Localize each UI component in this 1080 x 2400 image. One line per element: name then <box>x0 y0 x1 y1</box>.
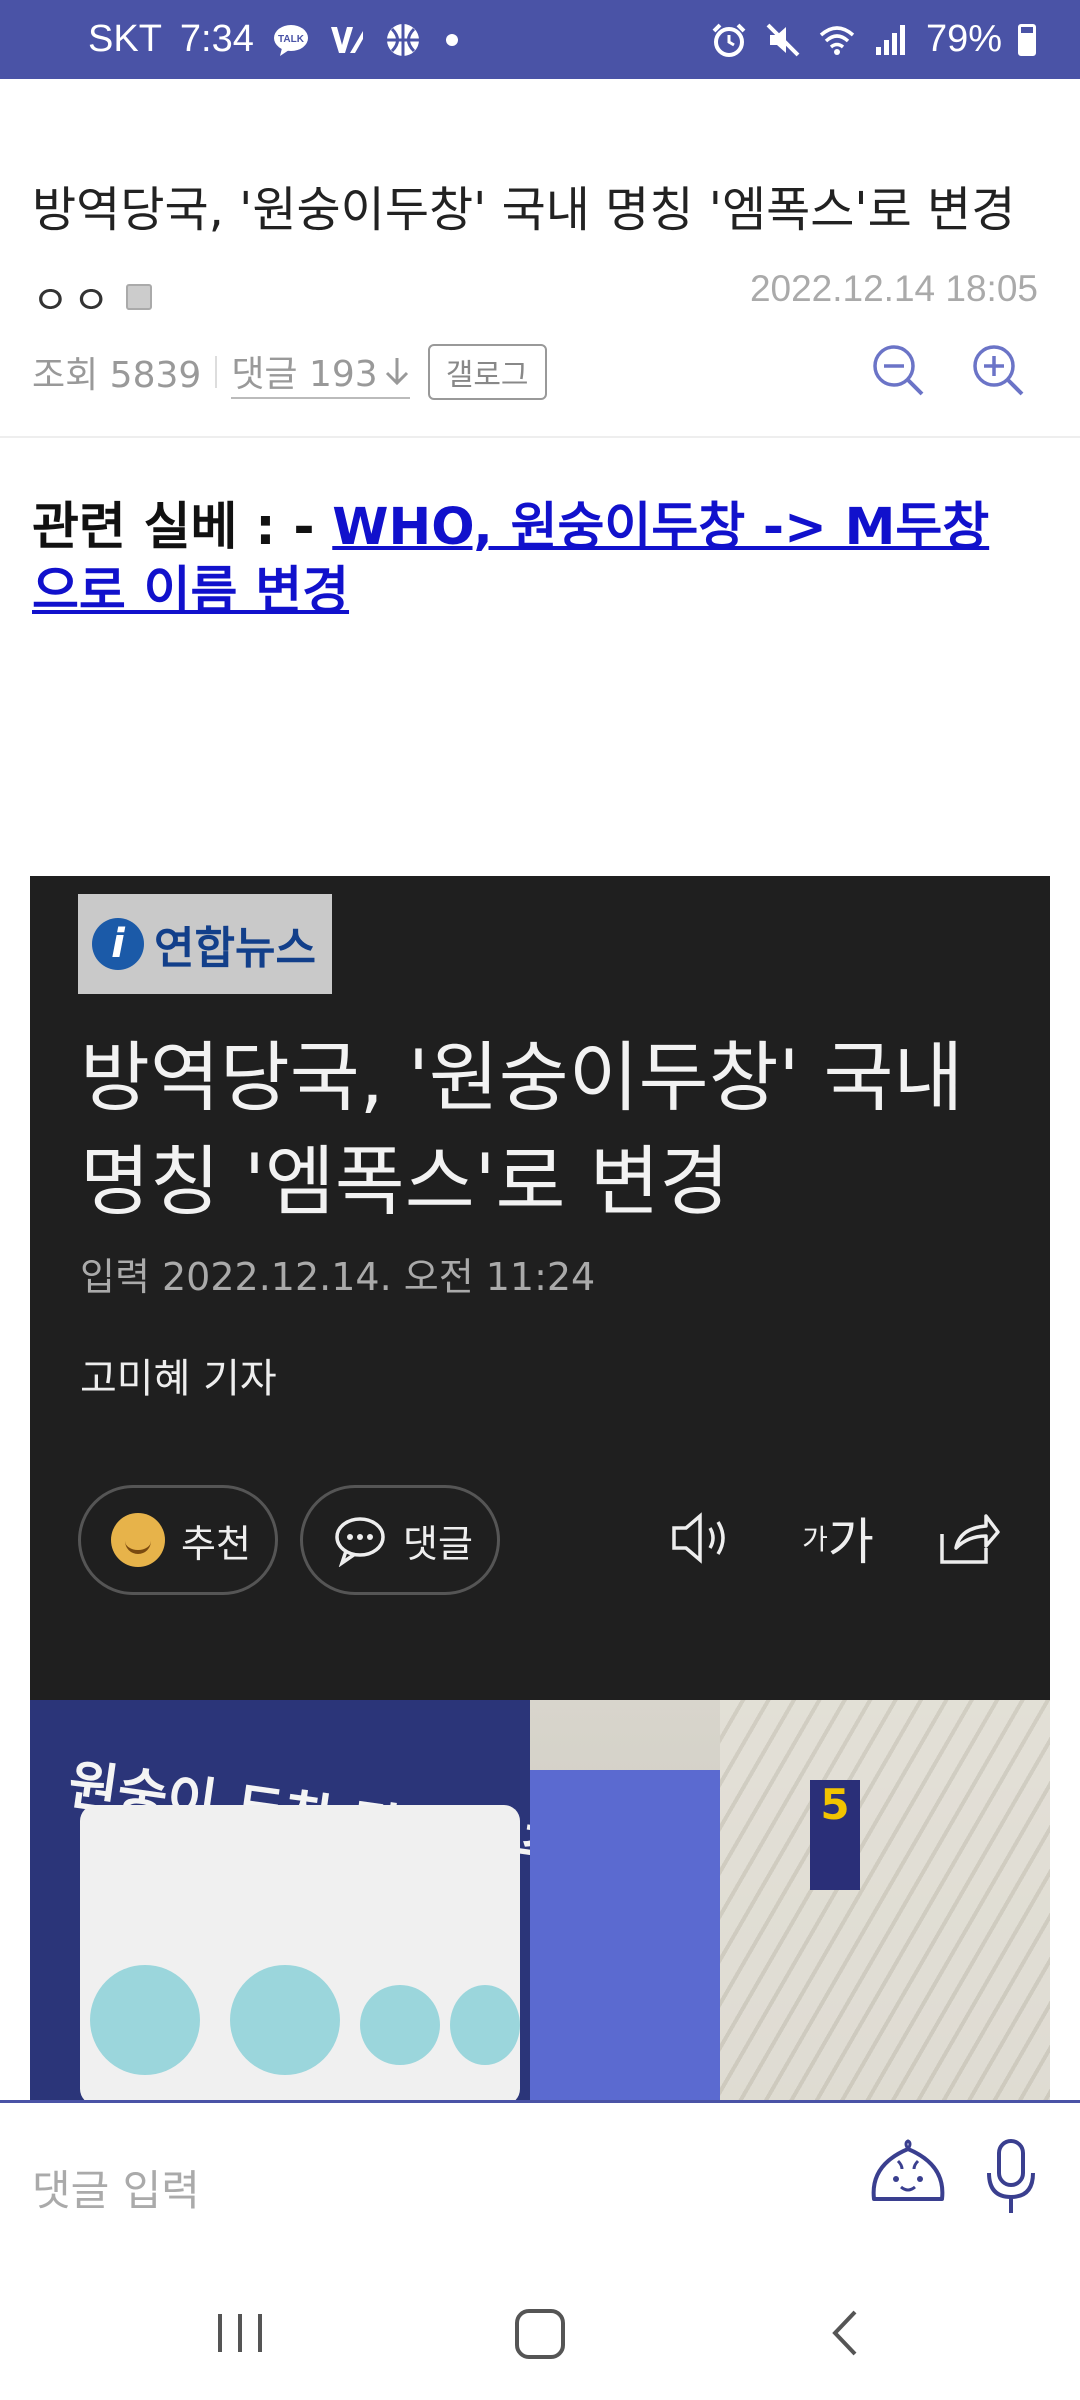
post-date: 2022.12.14 18:05 <box>749 268 1038 309</box>
comments-link[interactable]: 댓글 193 <box>231 345 410 399</box>
zoom-out-icon[interactable] <box>870 342 926 398</box>
clock: 7:34 <box>179 18 254 60</box>
status-bar: SKT 7:34 TALK 79% <box>0 0 1080 79</box>
home-icon[interactable] <box>500 2300 580 2366</box>
mic-icon[interactable] <box>984 2137 1038 2217</box>
gallog-button[interactable]: 갤로그 <box>427 344 547 400</box>
font-size-large: 가 <box>827 1513 874 1571</box>
battery-icon <box>1018 23 1036 56</box>
comment-input[interactable]: 댓글 입력 <box>32 2157 200 2218</box>
arrow-down-icon <box>385 358 408 386</box>
basketball-icon <box>386 23 419 56</box>
recent-apps-icon[interactable] <box>200 2300 280 2366</box>
photo-board <box>80 1805 520 2100</box>
mute-icon <box>766 23 800 56</box>
speech-bubble-icon <box>335 1517 385 1567</box>
news-photo[interactable]: 원숭이 두창 감염병 주의 5 <box>30 1700 1050 2100</box>
gate-sign: 5 <box>810 1780 860 1890</box>
airport-ceiling <box>720 1700 1050 2100</box>
user-badge-icon <box>125 284 152 310</box>
signal-icon <box>875 24 905 55</box>
comment-bar: 댓글 입력 <box>0 2100 1080 2273</box>
notification-dot-icon <box>445 33 458 46</box>
related-prefix: 관련 실베 : - <box>32 498 333 557</box>
back-icon[interactable] <box>805 2300 885 2366</box>
symptom-circle <box>450 1985 520 2065</box>
carrier-label: SKT <box>88 18 162 60</box>
news-headline: 방역당국, '원숭이두창' 국내 명칭 '엠폭스'로 변경 <box>80 1033 964 1226</box>
post-meta: 조회 5839 댓글 193 갤로그 <box>32 344 547 400</box>
symptom-circle <box>230 1965 340 2075</box>
font-size-button[interactable]: 가가 <box>788 1504 888 1572</box>
photo-banner: 원숭이 두창 감염병 주의 <box>30 1700 621 2100</box>
recommend-label: 추천 <box>181 1521 251 1566</box>
header-divider <box>0 436 1080 438</box>
navigation-bar <box>0 2270 1080 2400</box>
news-reporter: 고미혜 기자 <box>80 1356 277 1402</box>
related-post: 관련 실베 : - WHO, 원숭이두창 -> M두창으로 이름 변경 <box>32 496 1032 624</box>
status-left: SKT 7:34 TALK <box>88 0 458 79</box>
share-icon[interactable] <box>934 1504 1002 1572</box>
symptom-circle <box>90 1965 200 2075</box>
svg-text:TALK: TALK <box>278 34 305 45</box>
alarm-icon <box>712 23 746 57</box>
author-row[interactable]: ㅇㅇ <box>32 268 152 326</box>
font-size-small: 가 <box>802 1523 828 1556</box>
post-title: 방역당국, '원숭이두창' 국내 명칭 '엠폭스'로 변경 <box>32 182 1016 238</box>
v3-icon <box>330 26 363 53</box>
meta-divider <box>215 356 218 388</box>
dumpling-emoji-icon[interactable] <box>868 2139 948 2215</box>
zoom-in-icon[interactable] <box>970 342 1026 398</box>
wifi-icon <box>819 25 855 55</box>
yonhap-logo-text: 연합뉴스 <box>154 923 316 974</box>
news-card: i 연합뉴스 방역당국, '원숭이두창' 국내 명칭 '엠폭스'로 변경 입력 … <box>30 876 1050 1700</box>
symptom-circle <box>360 1985 440 2065</box>
talk-icon: TALK <box>273 24 308 56</box>
status-right: 79% <box>710 0 1036 79</box>
news-date: 입력 2022.12.14. 오전 11:24 <box>80 1255 596 1299</box>
comment-count: 댓글 193 <box>231 354 378 395</box>
recommend-button[interactable]: 추천 <box>78 1485 278 1595</box>
comment-button[interactable]: 댓글 <box>300 1485 500 1595</box>
speaker-icon[interactable] <box>666 1504 734 1572</box>
author-name[interactable]: ㅇㅇ <box>32 268 114 326</box>
photo-screen <box>530 1770 720 2100</box>
comment-label: 댓글 <box>403 1521 473 1566</box>
battery-percent: 79% <box>925 18 1002 60</box>
smile-icon <box>111 1513 165 1567</box>
view-count: 조회 5839 <box>32 355 202 396</box>
yonhap-logo: i 연합뉴스 <box>78 894 332 994</box>
yonhap-logo-mark-icon: i <box>92 918 144 970</box>
